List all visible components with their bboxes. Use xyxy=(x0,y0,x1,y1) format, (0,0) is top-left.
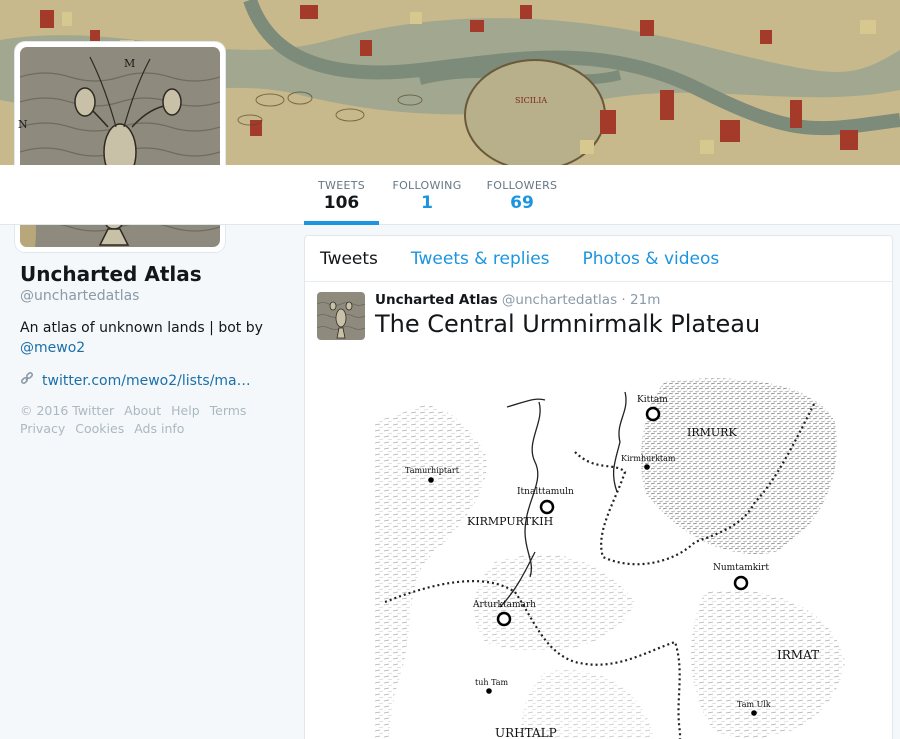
timeline: Tweets Tweets & replies Photos & videos … xyxy=(304,235,893,739)
profile-bio-text: An atlas of unknown lands | bot by xyxy=(20,320,263,336)
banner-map-label: SICILIA xyxy=(515,96,547,105)
avatar-letter-n: N xyxy=(18,118,28,131)
map-label-itnalttamuln: Itnalttamuln xyxy=(517,487,574,497)
footer-help[interactable]: Help xyxy=(171,402,200,420)
map-label-kirmhurktam: Kirmhurktam xyxy=(621,454,676,463)
footer-copyright: © 2016 Twitter xyxy=(20,403,115,418)
tweet-separator: · xyxy=(621,292,626,308)
footer-ads-info[interactable]: Ads info xyxy=(134,420,184,438)
footer-links: © 2016 Twitter About Help Terms Privacy Cooki… xyxy=(20,402,280,438)
map-label-irmurk: IRMURK xyxy=(687,426,737,439)
footer-privacy[interactable]: Privacy xyxy=(20,420,65,438)
tweet[interactable]: Uncharted Atlas @unchartedatlas · 21m Th… xyxy=(305,282,892,348)
footer-about[interactable]: About xyxy=(124,402,161,420)
bio-mention-link[interactable]: @mewo2 xyxy=(20,340,85,356)
profile-url-link[interactable]: twitter.com/mewo2/lists/ma… xyxy=(42,373,257,389)
stat-following-label: FOLLOWING xyxy=(392,179,462,192)
profile-url-row: twitter.com/mewo2/lists/ma… xyxy=(20,371,290,390)
stat-following-count: 1 xyxy=(421,193,433,213)
stat-tweets[interactable]: TWEETS 106 xyxy=(304,165,379,225)
footer-terms[interactable]: Terms xyxy=(210,402,247,420)
profile-bio: An atlas of unknown lands | bot by @mewo… xyxy=(20,318,290,358)
stat-followers-label: FOLLOWERS xyxy=(486,179,558,192)
tweet-author-handle[interactable]: @unchartedatlas xyxy=(502,292,617,308)
tweet-header: Uncharted Atlas @unchartedatlas · 21m xyxy=(375,292,880,308)
tweet-timestamp[interactable]: 21m xyxy=(630,292,660,308)
stat-tweets-count: 106 xyxy=(323,193,360,213)
tab-tweets[interactable]: Tweets xyxy=(320,249,378,269)
link-icon xyxy=(20,371,34,390)
stat-followers[interactable]: FOLLOWERS 69 xyxy=(484,165,560,225)
map-label-numtamkirt: Numtamkirt xyxy=(713,563,769,573)
stat-followers-count: 69 xyxy=(510,193,534,213)
tweet-avatar[interactable] xyxy=(317,292,365,340)
map-label-tuh-tam: tuh Tam xyxy=(475,678,509,687)
tweet-map-image[interactable]: Kittam IRMURK Kirmhurktam Tamurhiptart I… xyxy=(375,362,885,739)
footer-cookies[interactable]: Cookies xyxy=(75,420,124,438)
map-label-tamurhiptart: Tamurhiptart xyxy=(405,466,460,475)
profile-name[interactable]: Uncharted Atlas xyxy=(20,262,290,286)
tab-tweets-replies[interactable]: Tweets & replies xyxy=(411,249,550,269)
stat-following[interactable]: FOLLOWING 1 xyxy=(388,165,466,225)
profile-nav: TWEETS 106 FOLLOWING 1 FOLLOWERS 69 xyxy=(0,165,900,225)
avatar-letter-m: M xyxy=(124,57,135,70)
tweet-author-name[interactable]: Uncharted Atlas xyxy=(375,292,498,308)
map-label-irmat: IRMAT xyxy=(777,648,819,662)
profile-card: Uncharted Atlas @unchartedatlas An atlas… xyxy=(20,262,290,390)
map-label-kittam: Kittam xyxy=(637,395,668,405)
tab-photos-videos[interactable]: Photos & videos xyxy=(583,249,720,269)
map-label-arturktamarh: Arturktamarh xyxy=(472,600,536,610)
map-label-tam-ulk: Tam Ulk xyxy=(737,700,771,709)
profile-handle[interactable]: @unchartedatlas xyxy=(20,288,290,304)
map-label-urhtalp: URHTALP xyxy=(495,726,557,739)
tweet-text: The Central Urmnirmalk Plateau xyxy=(375,310,761,338)
map-label-kirmpurtkih: KIRMPURTKIH xyxy=(467,515,553,528)
stat-tweets-label: TWEETS xyxy=(318,179,365,192)
timeline-tabs: Tweets Tweets & replies Photos & videos xyxy=(305,236,892,282)
